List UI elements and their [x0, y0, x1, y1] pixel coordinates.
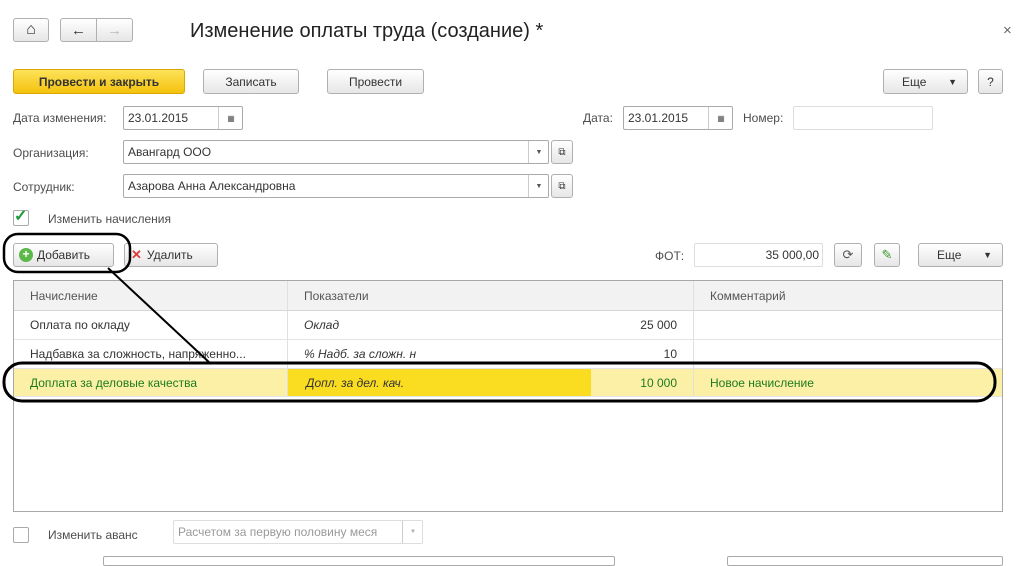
annotation-arrow-line — [107, 267, 212, 365]
annotation-ellipse-add — [2, 232, 132, 274]
annotation-ellipse-row — [2, 361, 997, 403]
annotation-overlay — [2, 232, 997, 403]
